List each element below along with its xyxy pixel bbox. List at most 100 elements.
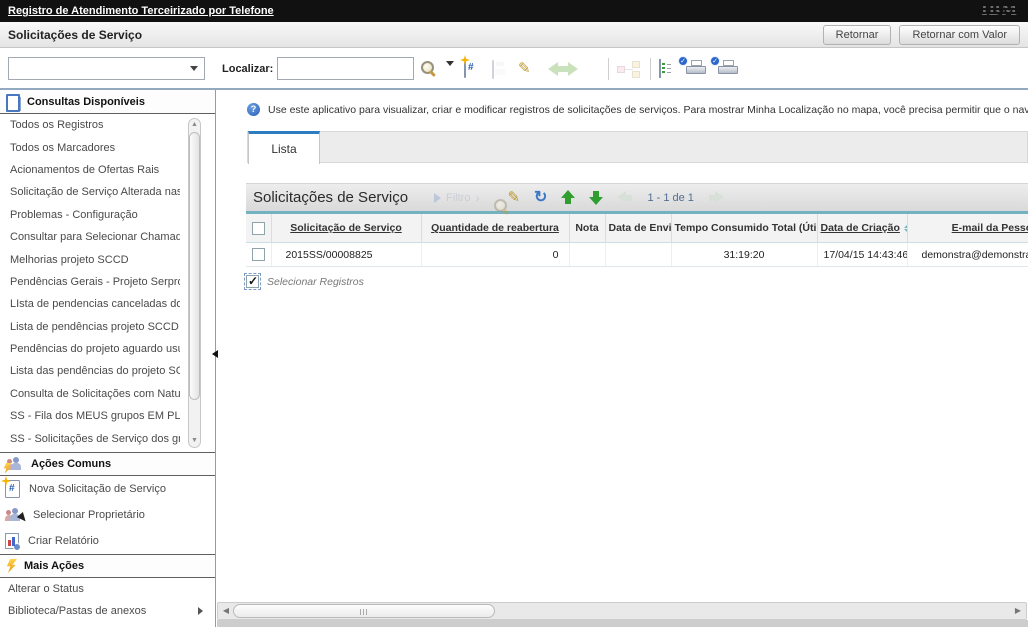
column-header-solicitacao[interactable]: Solicitação de Serviço xyxy=(290,222,401,234)
acoes-comuns-header: Ações Comuns xyxy=(0,452,215,476)
column-header-quantidade-reabertura[interactable]: Quantidade de reabertura xyxy=(431,222,559,234)
return-with-value-button[interactable]: Retornar com Valor xyxy=(899,24,1020,45)
pagination-label: 1 - 1 de 1 xyxy=(647,191,694,204)
select-records-row: Selecionar Registros xyxy=(244,273,1028,290)
sidebar-collapse-handle[interactable] xyxy=(211,348,219,360)
column-header-data-criacao[interactable]: Data de Criação xyxy=(821,222,900,234)
sidebar-item-melhorias-sccd[interactable]: Melhorias projeto SCCD xyxy=(0,248,180,270)
query-select[interactable] xyxy=(8,57,205,80)
main-toolbar: Localizar: # ✎ ✓ ✓ xyxy=(0,48,1028,90)
new-service-request-icon: # xyxy=(1,476,20,498)
cell-solicitacao[interactable]: 2015SS/00008825 xyxy=(271,242,422,267)
cell-quantidade: 0 xyxy=(421,242,570,267)
sidebar: Consultas Disponíveis Todos os Registros… xyxy=(0,90,216,627)
cell-tempo-consumido: 31:19:20 xyxy=(671,242,818,267)
app-title-link[interactable]: Registro de Atendimento Terceirizado por… xyxy=(8,5,274,17)
action-selecionar-proprietario[interactable]: Selecionar Proprietário xyxy=(0,502,215,528)
cell-data-criacao: 17/04/15 14:43:46 xyxy=(817,242,908,267)
column-header-nota: Nota xyxy=(575,222,599,234)
submenu-arrow-icon xyxy=(198,607,203,615)
previous-page-icon[interactable] xyxy=(617,191,633,204)
consultas-disponiveis-header: Consultas Disponíveis xyxy=(0,90,215,114)
action-alterar-status[interactable]: Alterar o Status xyxy=(0,578,215,600)
cell-email: demonstra@demonstra.com.br xyxy=(907,242,1028,267)
cell-data-envio xyxy=(605,242,672,267)
select-all-checkbox[interactable] xyxy=(251,221,265,235)
chevron-down-icon xyxy=(190,66,198,71)
horizontal-scrollbar[interactable]: ◀ ▶ xyxy=(217,602,1027,620)
queries-list: Todos os Registros Todos os Marcadores A… xyxy=(0,114,215,452)
sidebar-item-pendencias-canceladas[interactable]: LIsta de pendencias canceladas do pr... xyxy=(0,293,180,315)
sidebar-item-consultar-chamados[interactable]: Consultar para Selecionar Chamados ... xyxy=(0,226,180,248)
application-titlebar: Registro de Atendimento Terceirizado por… xyxy=(0,0,1028,22)
table-title: Solicitações de Serviço xyxy=(253,189,409,206)
info-message: ? Use este aplicativo para visualizar, c… xyxy=(247,103,1028,117)
mais-acoes-header: Mais Ações xyxy=(0,554,215,578)
sidebar-item-pendencias-projeto-scc[interactable]: Lista das pendências do projeto SCC... xyxy=(0,360,180,382)
action-biblioteca-anexos[interactable]: Biblioteca/Pastas de anexos xyxy=(0,600,215,622)
row-checkbox[interactable] xyxy=(252,248,265,261)
toolbar-divider xyxy=(650,58,651,80)
column-header-data-envio: Data de Envio xyxy=(608,222,671,234)
sidebar-item-pendencias-serpro[interactable]: Pendências Gerais - Projeto Serpro xyxy=(0,271,180,293)
sidebar-scrollbar-thumb[interactable] xyxy=(189,132,200,400)
new-record-icon[interactable]: # xyxy=(460,55,474,78)
cell-nota xyxy=(569,242,606,267)
clear-filter-icon[interactable]: ✎ xyxy=(507,189,520,207)
filter-toggle[interactable]: Filtro › xyxy=(434,191,479,205)
refresh-icon[interactable]: ↻ xyxy=(534,189,547,206)
sidebar-item-problemas-configuracao[interactable]: Problemas - Configuração xyxy=(0,204,180,226)
action-criar-relatorio[interactable]: Criar Relatório xyxy=(0,528,215,554)
page-title: Solicitações de Serviço xyxy=(8,27,143,42)
sidebar-item-todos-os-registros[interactable]: Todos os Registros xyxy=(0,114,180,136)
search-options-chevron-icon[interactable] xyxy=(446,61,454,84)
sidebar-item-ss-alterada[interactable]: Solicitação de Serviço Alterada nas úl..… xyxy=(0,181,180,203)
results-table-panel: Solicitações de Serviço Filtro › ✎ ↻ 1 -… xyxy=(244,183,1028,290)
save-icon[interactable] xyxy=(492,60,494,79)
horizontal-scrollbar-thumb[interactable] xyxy=(233,604,495,618)
previous-row-icon[interactable] xyxy=(561,190,576,205)
sidebar-item-pendencias-aguardo[interactable]: Pendências do projeto aguardo usuário xyxy=(0,338,180,360)
filter-expand-icon xyxy=(434,192,441,203)
select-records-checkbox[interactable] xyxy=(244,273,261,290)
service-requests-table: Solicitação de Serviço Quantidade de rea… xyxy=(246,211,1028,267)
page-header: Solicitações de Serviço Retornar Retorna… xyxy=(0,22,1028,48)
column-header-tempo-consumido: Tempo Consumido Total (Útil) xyxy=(674,222,817,234)
scroll-left-icon[interactable]: ◀ xyxy=(221,606,231,616)
toolbar-divider xyxy=(608,58,609,80)
application-window: Registro de Atendimento Terceirizado por… xyxy=(0,0,1028,627)
table-titlebar: Solicitações de Serviço Filtro › ✎ ↻ 1 -… xyxy=(246,183,1028,211)
action-nova-solicitacao[interactable]: # Nova Solicitação de Serviço xyxy=(0,476,215,502)
select-owner-icon xyxy=(5,507,32,527)
window-bottom-edge xyxy=(217,620,1028,627)
reports-icon[interactable] xyxy=(659,59,661,78)
return-button[interactable]: Retornar xyxy=(822,24,892,45)
scroll-up-icon[interactable]: ▲ xyxy=(189,119,200,131)
localizar-input[interactable] xyxy=(277,57,414,80)
scroll-right-icon[interactable]: ▶ xyxy=(1013,606,1023,616)
sidebar-item-acionamentos[interactable]: Acionamentos de Ofertas Rais xyxy=(0,159,180,181)
table-header-row: Solicitação de Serviço Quantidade de rea… xyxy=(246,212,1028,243)
sidebar-item-pendencias-sccd-res[interactable]: Lista de pendências projeto SCCD res... xyxy=(0,316,180,338)
common-actions-icon xyxy=(3,456,24,474)
queries-icon xyxy=(6,93,21,112)
clear-changes-icon[interactable]: ✎ xyxy=(518,60,531,78)
more-actions-icon xyxy=(6,559,17,573)
sidebar-scrollbar[interactable]: ▲ ▼ xyxy=(188,118,201,448)
help-icon: ? xyxy=(247,103,260,116)
next-row-icon[interactable] xyxy=(589,190,604,205)
tab-lista[interactable]: Lista xyxy=(248,131,320,164)
column-header-email-pessoa-impactada[interactable]: E-mail da Pessoa Impactada xyxy=(952,222,1028,234)
sidebar-item-consulta-natureza[interactable]: Consulta de Solicitações com Naturez... xyxy=(0,383,180,405)
tab-strip: Lista xyxy=(247,131,1028,164)
next-page-icon[interactable] xyxy=(708,191,724,204)
localizar-label: Localizar: xyxy=(222,63,274,75)
ibm-logo: IBM xyxy=(981,2,1018,20)
sidebar-item-ss-grupos[interactable]: SS - Solicitações de Serviço dos grup... xyxy=(0,427,180,449)
sidebar-item-ss-fila-meus-grupos[interactable]: SS - Fila dos MEUS grupos EM PLA... xyxy=(0,405,180,427)
main-content: ? Use este aplicativo para visualizar, c… xyxy=(217,90,1028,627)
sidebar-item-todos-os-marcadores[interactable]: Todos os Marcadores xyxy=(0,136,180,158)
select-records-label: Selecionar Registros xyxy=(267,275,364,288)
scroll-down-icon[interactable]: ▼ xyxy=(189,435,200,447)
table-row[interactable]: 2015SS/00008825 0 31:19:20 17/04/15 14:4… xyxy=(246,242,1028,267)
